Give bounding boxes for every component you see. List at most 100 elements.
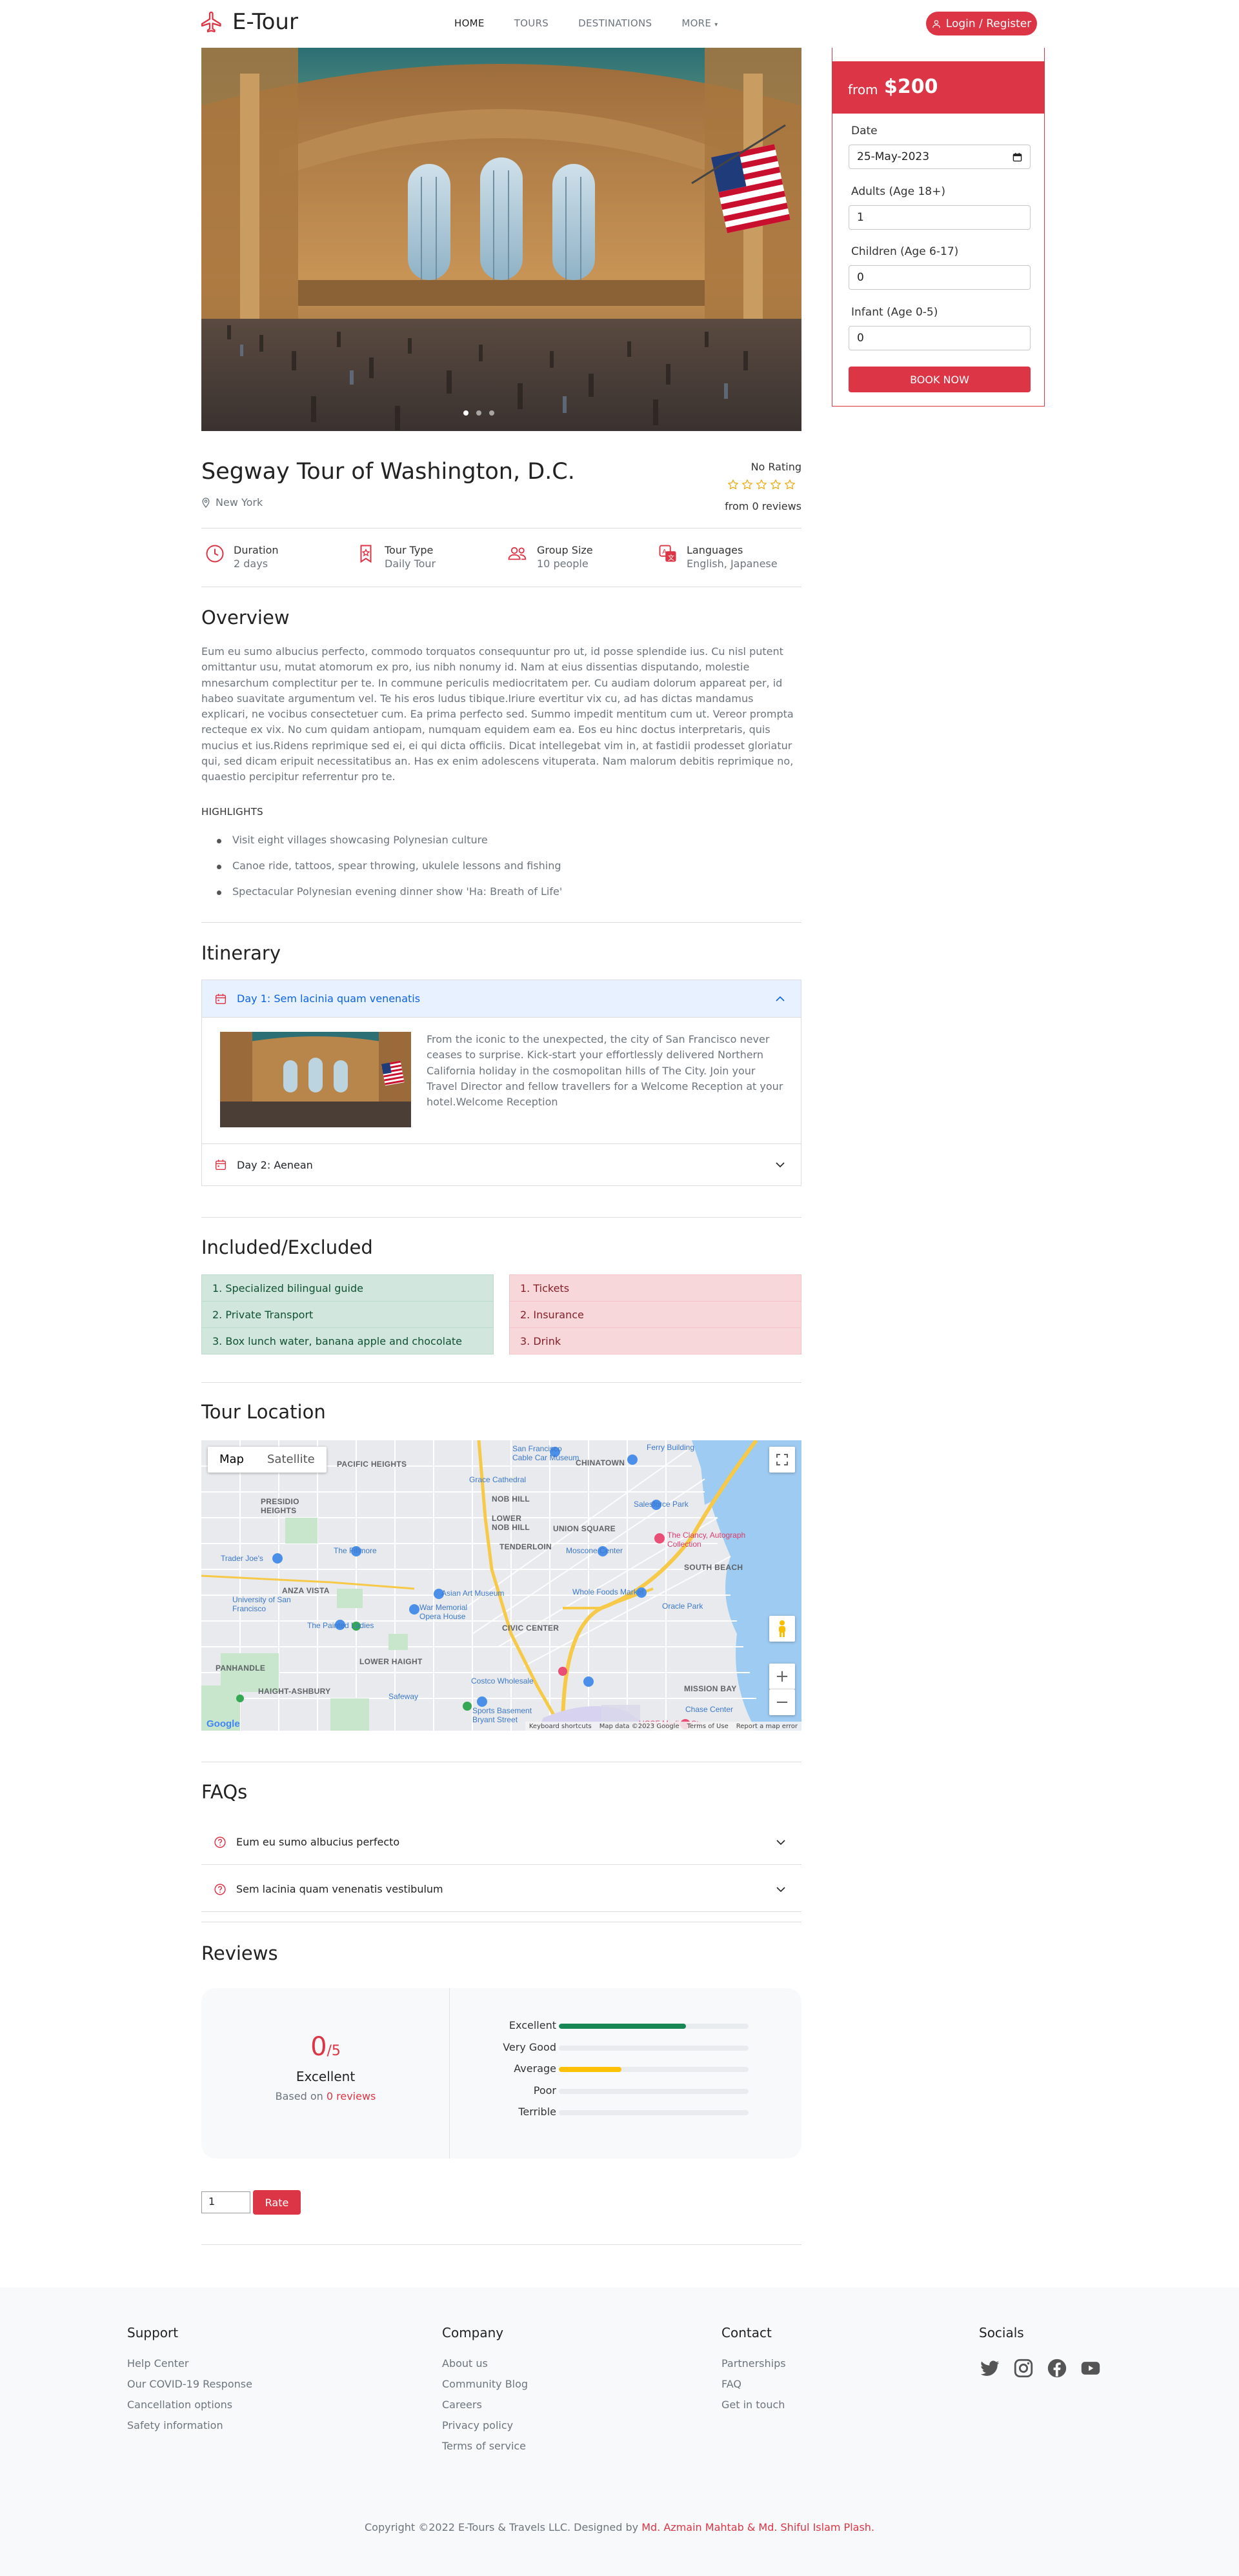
footer: Support Help Center Our COVID-19 Respons…: [0, 2288, 1239, 2576]
infant-input[interactable]: 0: [849, 326, 1031, 350]
twitter-icon[interactable]: [979, 2357, 1001, 2379]
map-poi[interactable]: Salesforce Park: [634, 1500, 689, 1509]
map-poi[interactable]: Oracle Park: [662, 1602, 703, 1611]
map-poi[interactable]: Chase Center: [685, 1705, 733, 1714]
footer-link[interactable]: Community Blog: [442, 2378, 528, 2390]
faq-question: Sem lacinia quam venenatis vestibulum: [236, 1883, 443, 1895]
review-score: 0/5: [201, 2032, 450, 2062]
book-now-button[interactable]: BOOK NOW: [849, 367, 1031, 392]
date-input[interactable]: 25-May-2023: [849, 145, 1031, 169]
map-poi[interactable]: Safeway: [388, 1692, 418, 1701]
tour-map[interactable]: PACIFIC HEIGHTS CHINATOWN NOB HILL PRESI…: [201, 1440, 801, 1731]
footer-link[interactable]: Careers: [442, 2399, 528, 2411]
facebook-icon[interactable]: [1046, 2357, 1068, 2379]
rating-bar-track: [559, 2067, 749, 2072]
map-poi[interactable]: The Clancy, Autograph Collection: [667, 1531, 751, 1549]
footer-link[interactable]: Partnerships: [721, 2357, 786, 2370]
map-pin-icon: [202, 497, 210, 508]
youtube-icon[interactable]: [1080, 2357, 1102, 2379]
itinerary-day-2-header[interactable]: Day 2: Aenean: [202, 1146, 801, 1183]
footer-link[interactable]: About us: [442, 2357, 528, 2370]
rate-input[interactable]: 1: [201, 2191, 250, 2213]
hero-carousel[interactable]: [201, 48, 801, 431]
map-poi[interactable]: Moscone Center: [566, 1546, 623, 1555]
nav-link-tours[interactable]: TOURS: [514, 17, 549, 29]
map-poi[interactable]: War Memorial Opera House: [419, 1603, 478, 1621]
footer-link[interactable]: Our COVID-19 Response: [127, 2378, 252, 2390]
star-icon: [756, 479, 767, 490]
itinerary-image: [220, 1032, 411, 1127]
footer-link[interactable]: FAQ: [721, 2378, 786, 2390]
date-value: 25-May-2023: [857, 150, 930, 163]
question-circle-icon: [214, 1883, 226, 1895]
footer-link[interactable]: Privacy policy: [442, 2419, 528, 2431]
street-view-pegman[interactable]: [769, 1616, 795, 1642]
login-register-button[interactable]: Login / Register: [926, 12, 1037, 35]
divider: [201, 1217, 801, 1218]
nav-link-more-label: MORE: [681, 17, 712, 29]
rating-bar-track: [559, 2045, 749, 2051]
review-based-prefix: Based on: [275, 2090, 323, 2102]
review-count-link[interactable]: 0 reviews: [327, 2090, 376, 2102]
nav-link-destinations[interactable]: DESTINATIONS: [578, 17, 652, 29]
carousel-dot-1[interactable]: [463, 410, 468, 416]
carousel-dot-3[interactable]: [489, 410, 494, 416]
zoom-in-button[interactable]: +: [769, 1664, 795, 1689]
reviews-summary: 0/5 Excellent Based on 0 reviews Excelle…: [201, 1988, 801, 2158]
map-label-pacific-heights: PACIFIC HEIGHTS: [337, 1460, 407, 1469]
footer-socials: Socials: [979, 2325, 1102, 2379]
keyboard-shortcuts-link[interactable]: Keyboard shortcuts: [529, 1723, 592, 1730]
carousel-dot-2[interactable]: [476, 410, 481, 416]
adults-value: 1: [857, 211, 864, 224]
itinerary-day-1-header[interactable]: Day 1: Sem lacinia quam venenatis: [202, 980, 801, 1018]
map-poi[interactable]: San Francisco Cable Car Museum: [512, 1444, 583, 1462]
fact-languages: A文 Languages English, Japanese: [658, 544, 778, 570]
brand[interactable]: E-Tour: [200, 9, 298, 35]
svg-text:文: 文: [668, 554, 674, 562]
footer-heading: Support: [127, 2325, 179, 2340]
zoom-out-button[interactable]: −: [769, 1689, 795, 1715]
map-poi[interactable]: Costco Wholesale: [471, 1676, 534, 1685]
fact-group-size: Group Size 10 people: [507, 544, 593, 570]
rating-bar-label: Average: [514, 2062, 556, 2075]
map-poi[interactable]: Ferry Building: [647, 1443, 694, 1452]
children-input[interactable]: 0: [849, 265, 1031, 290]
included-item: 3. Box lunch water, banana apple and cho…: [201, 1327, 494, 1354]
nav-link-more[interactable]: MORE ▾: [681, 17, 718, 29]
map-tab-satellite[interactable]: Satellite: [256, 1447, 327, 1473]
infant-label: Infant (Age 0-5): [851, 306, 938, 319]
footer-link[interactable]: Terms of service: [442, 2440, 528, 2452]
fullscreen-button[interactable]: [769, 1447, 795, 1473]
price-from-label: from: [848, 82, 878, 97]
nav-link-home[interactable]: HOME: [454, 17, 485, 29]
map-poi[interactable]: Trader Joe's: [221, 1554, 263, 1563]
terms-link[interactable]: Terms of Use: [687, 1723, 729, 1730]
footer-link[interactable]: Get in touch: [721, 2399, 786, 2411]
overview-text: Eum eu sumo albucius perfecto, commodo t…: [201, 645, 794, 783]
map-label-south-beach: SOUTH BEACH: [684, 1563, 743, 1572]
footer-link[interactable]: Safety information: [127, 2419, 252, 2431]
designer-links[interactable]: Md. Azmain Mahtab & Md. Shiful Islam Pla…: [641, 2521, 874, 2533]
rate-button[interactable]: Rate: [253, 2190, 301, 2215]
footer-link[interactable]: Help Center: [127, 2357, 252, 2370]
footer-link[interactable]: Cancellation options: [127, 2399, 252, 2411]
faq-item[interactable]: Eum eu sumo albucius perfecto: [201, 1820, 801, 1865]
airplane-icon: [201, 11, 221, 33]
itinerary-day-2-title: Day 2: Aenean: [237, 1158, 313, 1171]
instagram-icon[interactable]: [1012, 2357, 1034, 2379]
navbar: E-Tour HOME TOURS DESTINATIONS MORE ▾ Lo…: [0, 0, 1239, 48]
report-map-error-link[interactable]: Report a map error: [736, 1723, 798, 1730]
map-tab-map[interactable]: Map: [208, 1447, 256, 1473]
adults-input[interactable]: 1: [849, 205, 1031, 230]
map-poi[interactable]: Asian Art Museum: [441, 1589, 504, 1598]
faq-item[interactable]: Sem lacinia quam venenatis vestibulum: [201, 1867, 801, 1912]
map-poi[interactable]: Whole Foods Market: [572, 1587, 644, 1596]
map-poi[interactable]: University of San Francisco: [232, 1595, 297, 1613]
calendar-icon: [215, 993, 227, 1004]
fullscreen-icon: [776, 1454, 788, 1465]
map-poi[interactable]: The Painted Ladies: [307, 1621, 374, 1630]
map-poi[interactable]: Grace Cathedral: [469, 1475, 526, 1484]
rating-bar-track: [559, 2088, 749, 2094]
map-footer: Keyboard shortcuts Map data ©2023 Google…: [525, 1722, 801, 1731]
map-poi[interactable]: The Fillmore: [334, 1546, 377, 1555]
